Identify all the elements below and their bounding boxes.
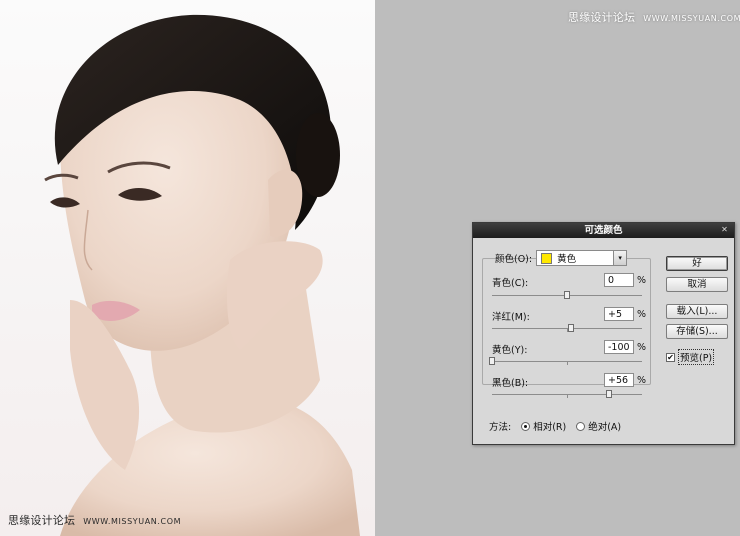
- dialog-title: 可选颜色: [584, 225, 623, 236]
- ok-button[interactable]: 好: [666, 256, 728, 271]
- load-button[interactable]: 载入(L)...: [666, 304, 728, 319]
- method-row: 方法: 相对(R) 绝对(A): [489, 419, 621, 433]
- portrait-image: [44, 14, 360, 536]
- cyan-value-input[interactable]: 0: [604, 273, 634, 287]
- watermark-top: 思缘设计论坛 WWW.MISSYUAN.COM: [568, 9, 740, 25]
- black-percent: %: [637, 375, 647, 386]
- black-value-input[interactable]: +56: [604, 373, 634, 387]
- watermark-site-name: 思缘设计论坛: [8, 514, 76, 527]
- black-slider-track[interactable]: [492, 390, 642, 398]
- chevron-down-icon[interactable]: ▾: [613, 250, 628, 266]
- color-swatch: [541, 252, 553, 264]
- black-slider-thumb[interactable]: [606, 390, 612, 398]
- slider-label-magenta: 洋红(M):: [492, 312, 530, 323]
- dialog-titlebar[interactable]: 可选颜色 ✕: [473, 223, 734, 238]
- preview-checkbox[interactable]: ✔: [666, 352, 675, 362]
- slider-label-black: 黑色(B):: [492, 378, 529, 389]
- watermark-bottom: 思缘设计论坛 WWW.MISSYUAN.COM: [8, 512, 181, 528]
- slider-label-yellow: 黄色(Y):: [492, 345, 528, 356]
- method-label: 方法:: [489, 422, 512, 433]
- save-button[interactable]: 存储(S)...: [666, 324, 728, 339]
- absolute-radio[interactable]: [576, 421, 586, 431]
- cancel-button[interactable]: 取消: [666, 277, 728, 292]
- yellow-value-input[interactable]: -100: [604, 340, 634, 354]
- relative-radio-label[interactable]: 相对(R): [533, 419, 566, 433]
- cyan-slider-track[interactable]: [492, 291, 642, 299]
- yellow-slider-thumb[interactable]: [489, 357, 495, 365]
- color-select-row: 颜色(O): 黄色 ▾: [495, 250, 628, 266]
- relative-radio[interactable]: [521, 421, 531, 431]
- magenta-slider-track[interactable]: [492, 324, 642, 332]
- color-select[interactable]: 黄色 ▾: [536, 250, 628, 266]
- photo-canvas: [0, 0, 375, 536]
- selective-color-dialog: 可选颜色 ✕ 颜色(O): 黄色 ▾ 青色(C): 0 % 洋红(M): +5 …: [472, 222, 735, 445]
- magenta-slider-thumb[interactable]: [567, 324, 574, 332]
- preview-label[interactable]: 预览(P): [678, 349, 715, 365]
- close-icon[interactable]: ✕: [719, 225, 730, 235]
- watermark-site-name: 思缘设计论坛: [568, 11, 636, 24]
- yellow-slider-track[interactable]: [489, 357, 642, 365]
- absolute-radio-label[interactable]: 绝对(A): [588, 419, 621, 433]
- watermark-url: WWW.MISSYUAN.COM: [643, 14, 740, 23]
- slider-label-cyan: 青色(C):: [492, 278, 529, 289]
- yellow-percent: %: [637, 342, 647, 353]
- preview-checkbox-row[interactable]: ✔ 预览(P): [666, 349, 715, 365]
- cyan-slider-thumb[interactable]: [564, 291, 570, 299]
- magenta-percent: %: [637, 309, 647, 320]
- magenta-value-input[interactable]: +5: [604, 307, 634, 321]
- color-select-value: 黄色: [557, 254, 577, 265]
- cyan-percent: %: [637, 275, 647, 286]
- color-label: 颜色(O):: [495, 254, 533, 265]
- watermark-url: WWW.MISSYUAN.COM: [83, 517, 182, 526]
